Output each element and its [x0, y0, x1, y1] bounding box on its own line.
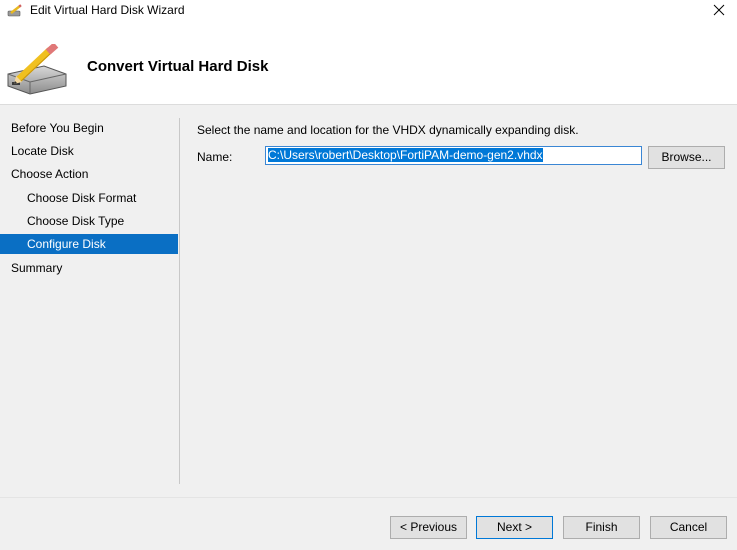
- nav-item-label: Summary: [11, 261, 63, 275]
- nav-item-choose-action[interactable]: Choose Action: [0, 164, 178, 184]
- close-button[interactable]: [701, 0, 737, 22]
- disk-pencil-icon: [4, 42, 70, 96]
- sidebar-divider: [179, 118, 180, 484]
- browse-button[interactable]: Browse...: [648, 146, 725, 169]
- nav-item-choose-disk-type[interactable]: Choose Disk Type: [0, 211, 178, 231]
- nav-item-locate-disk[interactable]: Locate Disk: [0, 141, 178, 161]
- page-title: Convert Virtual Hard Disk: [87, 58, 269, 75]
- nav-item-label: Configure Disk: [27, 237, 106, 251]
- next-button[interactable]: Next >: [476, 516, 553, 539]
- nav-item-configure-disk[interactable]: Configure Disk: [0, 234, 178, 254]
- nav-item-label: Locate Disk: [11, 144, 74, 158]
- cancel-button[interactable]: Cancel: [650, 516, 727, 539]
- finish-button[interactable]: Finish: [563, 516, 640, 539]
- footer-divider: [0, 497, 737, 498]
- wizard-steps-sidebar: Before You Begin Locate Disk Choose Acti…: [0, 105, 178, 550]
- title-bar: Edit Virtual Hard Disk Wizard: [0, 0, 737, 22]
- nav-item-label: Choose Action: [11, 167, 89, 181]
- wizard-header: Convert Virtual Hard Disk: [0, 22, 737, 105]
- nav-item-choose-disk-format[interactable]: Choose Disk Format: [0, 188, 178, 208]
- name-field[interactable]: C:\Users\robert\Desktop\FortiPAM-demo-ge…: [265, 146, 642, 165]
- name-field-value: C:\Users\robert\Desktop\FortiPAM-demo-ge…: [268, 148, 543, 162]
- instruction-text: Select the name and location for the VHD…: [197, 123, 579, 137]
- wizard-content-panel: [178, 105, 737, 550]
- close-icon: [713, 4, 725, 19]
- nav-item-label: Choose Disk Type: [27, 214, 125, 228]
- nav-item-label: Before You Begin: [11, 121, 104, 135]
- disk-pencil-icon: [7, 4, 23, 18]
- nav-item-label: Choose Disk Format: [27, 191, 137, 205]
- nav-item-summary[interactable]: Summary: [0, 258, 178, 278]
- name-label: Name:: [197, 150, 233, 164]
- previous-button[interactable]: < Previous: [390, 516, 467, 539]
- window-title: Edit Virtual Hard Disk Wizard: [30, 3, 185, 17]
- nav-item-before-you-begin[interactable]: Before You Begin: [0, 118, 178, 138]
